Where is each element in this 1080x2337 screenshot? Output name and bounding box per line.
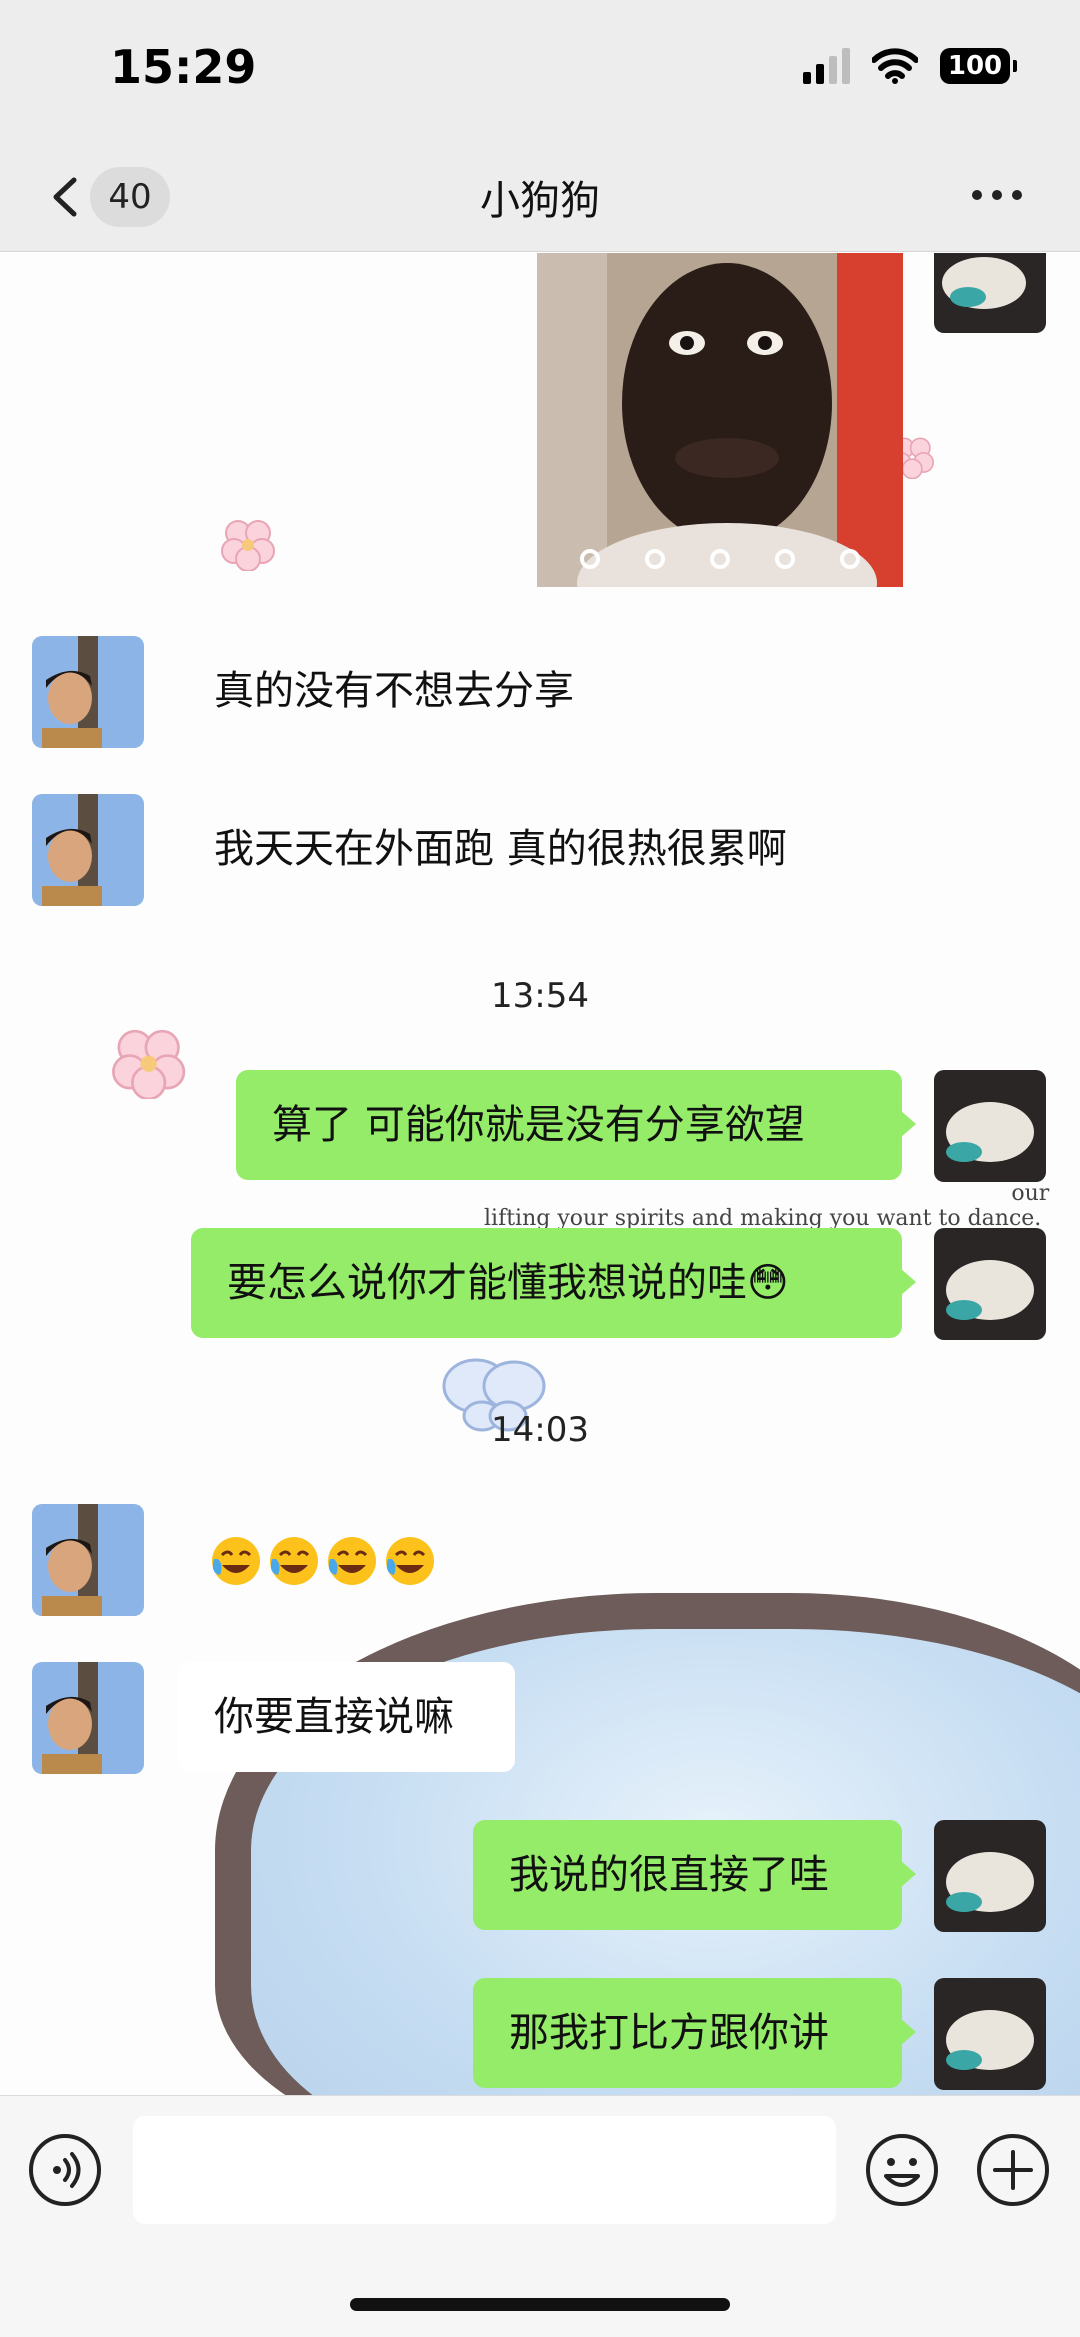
avatar-image xyxy=(934,253,1046,333)
wallpaper-caption-line: our xyxy=(1011,1181,1050,1206)
tears-of-joy-icon xyxy=(270,1537,318,1585)
message-input[interactable] xyxy=(133,2116,836,2224)
tears-of-joy-icon xyxy=(386,1537,434,1585)
message-timestamp: 13:54 xyxy=(491,976,589,1016)
my-avatar[interactable] xyxy=(934,1978,1046,2090)
avatar-image xyxy=(934,1228,1046,1340)
flower-decoration-icon xyxy=(221,520,275,571)
status-icons: 100 xyxy=(803,48,1017,84)
wallpaper-caption: our lifting your spirits and making you … xyxy=(484,1181,1049,1231)
more-button[interactable] xyxy=(972,180,1032,210)
friend-avatar[interactable] xyxy=(32,1504,144,1616)
my-avatar[interactable] xyxy=(934,1820,1046,1932)
battery-indicator: 100 xyxy=(940,48,1017,84)
avatar-image xyxy=(32,636,144,748)
friend-avatar[interactable] xyxy=(32,794,144,906)
friend-avatar[interactable] xyxy=(32,1662,144,1774)
sticker-message[interactable] xyxy=(537,253,903,587)
outgoing-message-bubble[interactable]: 算了 可能你就是没有分享欲望 xyxy=(236,1070,916,1180)
cellular-signal-icon xyxy=(803,48,850,84)
smiley-icon[interactable] xyxy=(864,2132,940,2208)
outgoing-message-bubble[interactable]: 那我打比方跟你讲 xyxy=(473,1978,916,2088)
face-photo-image xyxy=(537,253,903,587)
plus-icon[interactable] xyxy=(975,2132,1051,2208)
incoming-message-bubble[interactable]: 你要直接说嘛 xyxy=(178,1662,515,1772)
status-time: 15:29 xyxy=(110,40,257,94)
my-avatar[interactable] xyxy=(934,253,1046,333)
outgoing-message-bubble[interactable]: 要怎么说你才能懂我想说的哇😳 xyxy=(191,1228,916,1338)
sticker-dots xyxy=(537,549,903,569)
flower-decoration-icon xyxy=(112,1029,186,1099)
friend-avatar[interactable] xyxy=(32,636,144,748)
incoming-message-bubble[interactable]: 我天天在外面跑 真的很热很累啊 xyxy=(178,794,823,904)
avatar-image xyxy=(32,794,144,906)
tears-of-joy-icon xyxy=(328,1537,376,1585)
status-bar: 15:29 100 xyxy=(0,0,1080,140)
my-avatar[interactable] xyxy=(934,1070,1046,1182)
wifi-icon xyxy=(872,48,918,84)
avatar-image xyxy=(934,1070,1046,1182)
avatar-image xyxy=(32,1662,144,1774)
avatar-image xyxy=(934,1978,1046,2090)
outgoing-message-bubble[interactable]: 我说的很直接了哇 xyxy=(473,1820,916,1930)
chat-title: 小狗狗 xyxy=(480,178,600,224)
tears-of-joy-icon xyxy=(212,1537,260,1585)
chat-header: 40 小狗狗 xyxy=(0,140,1080,252)
message-timestamp: 14:03 xyxy=(491,1410,589,1450)
avatar-image xyxy=(934,1820,1046,1932)
home-indicator[interactable] xyxy=(350,2298,730,2311)
emoji-message[interactable] xyxy=(210,1535,436,1587)
more-dots-icon xyxy=(972,190,982,200)
incoming-message-bubble[interactable]: 真的没有不想去分享 xyxy=(178,636,610,746)
voice-icon[interactable] xyxy=(27,2132,103,2208)
avatar-image xyxy=(32,1504,144,1616)
chat-message-list[interactable]: our lifting your spirits and making you … xyxy=(0,253,1080,2095)
my-avatar[interactable] xyxy=(934,1228,1046,1340)
